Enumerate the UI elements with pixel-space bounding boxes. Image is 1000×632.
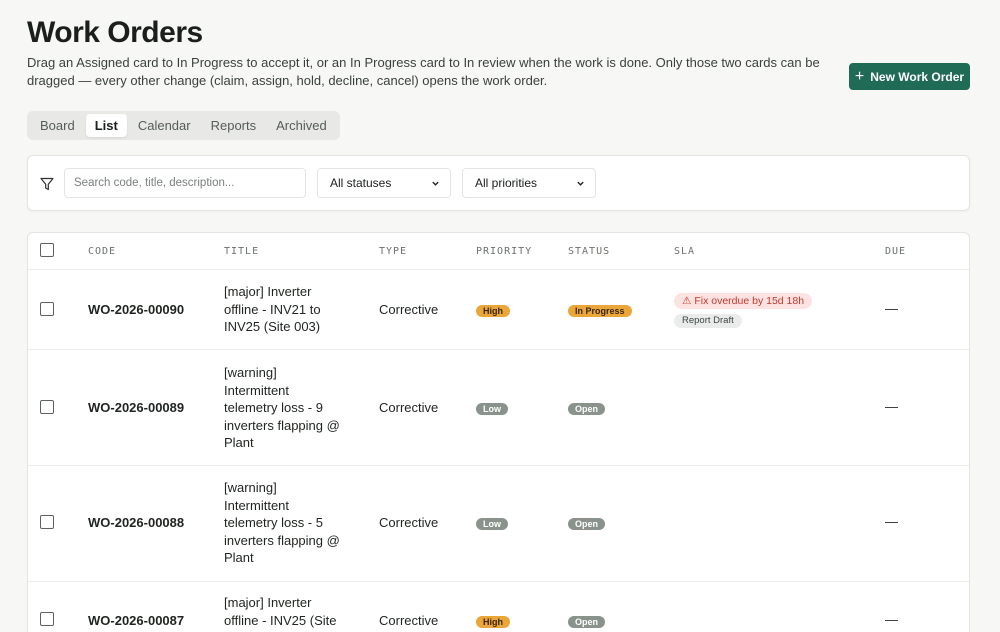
priority-badge: High — [476, 616, 510, 628]
row-code[interactable]: WO-2026-00087 — [88, 612, 184, 630]
row-due: — — [885, 301, 898, 316]
tab-calendar[interactable]: Calendar — [129, 114, 200, 137]
tab-reports[interactable]: Reports — [202, 114, 266, 137]
row-due: — — [885, 399, 898, 414]
priority-badge: Low — [476, 403, 508, 415]
status-select-value: All statuses — [330, 176, 392, 190]
row-checkbox[interactable] — [40, 515, 54, 529]
sla-report-draft-badge: Report Draft — [674, 314, 742, 328]
priority-badge: High — [476, 305, 510, 317]
tab-archived[interactable]: Archived — [267, 114, 336, 137]
status-badge: Open — [568, 403, 606, 415]
filter-bar: All statuses All priorities — [27, 155, 970, 211]
page-title: Work Orders — [27, 16, 203, 49]
row-type: Corrective — [379, 515, 439, 530]
row-checkbox[interactable] — [40, 302, 54, 316]
chevron-down-icon — [577, 181, 584, 186]
new-work-order-label: New Work Order — [870, 69, 965, 84]
column-header-sla[interactable]: SLA — [674, 246, 695, 257]
view-tabs: Board List Calendar Reports Archived — [27, 111, 340, 140]
row-type: Corrective — [379, 613, 439, 628]
row-due: — — [885, 514, 898, 529]
row-type: Corrective — [379, 400, 439, 415]
row-due: — — [885, 612, 898, 627]
table-row[interactable]: WO-2026-00087 [major] Inverter offline -… — [28, 582, 969, 632]
row-checkbox[interactable] — [40, 612, 54, 626]
priority-badge: Low — [476, 518, 508, 530]
status-select[interactable]: All statuses — [317, 168, 451, 198]
priority-select[interactable]: All priorities — [462, 168, 596, 198]
table-row[interactable]: WO-2026-00089 [warning] Intermittent tel… — [28, 350, 969, 466]
select-all-checkbox[interactable] — [40, 243, 54, 257]
row-code[interactable]: WO-2026-00090 — [88, 301, 184, 319]
status-badge: Open — [568, 616, 606, 628]
table-row[interactable]: WO-2026-00090 [major] Inverter offline -… — [28, 270, 969, 350]
row-checkbox[interactable] — [40, 400, 54, 414]
table-row[interactable]: WO-2026-00088 [warning] Intermittent tel… — [28, 466, 969, 582]
row-type: Corrective — [379, 302, 439, 317]
sla-overdue-badge: ⚠ Fix overdue by 15d 18h — [674, 293, 813, 309]
row-title: [major] Inverter offline - INV25 (Site — [224, 595, 337, 628]
column-header-title[interactable]: TITLE — [224, 246, 259, 257]
column-header-status[interactable]: STATUS — [568, 246, 610, 257]
row-code[interactable]: WO-2026-00088 — [88, 514, 184, 532]
page-description: Drag an Assigned card to In Progress to … — [27, 55, 820, 88]
priority-select-value: All priorities — [475, 176, 538, 190]
column-header-type[interactable]: TYPE — [379, 246, 407, 257]
work-orders-table: CODE TITLE TYPE PRIORITY STATUS SLA DUE … — [27, 232, 970, 632]
table-header: CODE TITLE TYPE PRIORITY STATUS SLA DUE — [28, 233, 969, 270]
column-header-due[interactable]: DUE — [885, 246, 906, 257]
status-badge: In Progress — [568, 305, 632, 317]
tab-board[interactable]: Board — [31, 114, 84, 137]
row-title: [warning] Intermittent telemetry loss - … — [224, 480, 340, 566]
search-input[interactable] — [64, 168, 306, 198]
status-badge: Open — [568, 518, 606, 530]
new-work-order-button[interactable]: + New Work Order — [849, 63, 970, 90]
row-code[interactable]: WO-2026-00089 — [88, 399, 184, 417]
filter-icon — [40, 177, 54, 191]
row-title: [major] Inverter offline - INV21 to INV2… — [224, 284, 321, 335]
row-title: [warning] Intermittent telemetry loss - … — [224, 365, 340, 451]
plus-icon: + — [854, 67, 865, 85]
chevron-down-icon — [432, 181, 439, 186]
column-header-priority[interactable]: PRIORITY — [476, 246, 532, 257]
column-header-code[interactable]: CODE — [88, 246, 116, 257]
tab-list[interactable]: List — [85, 114, 127, 137]
